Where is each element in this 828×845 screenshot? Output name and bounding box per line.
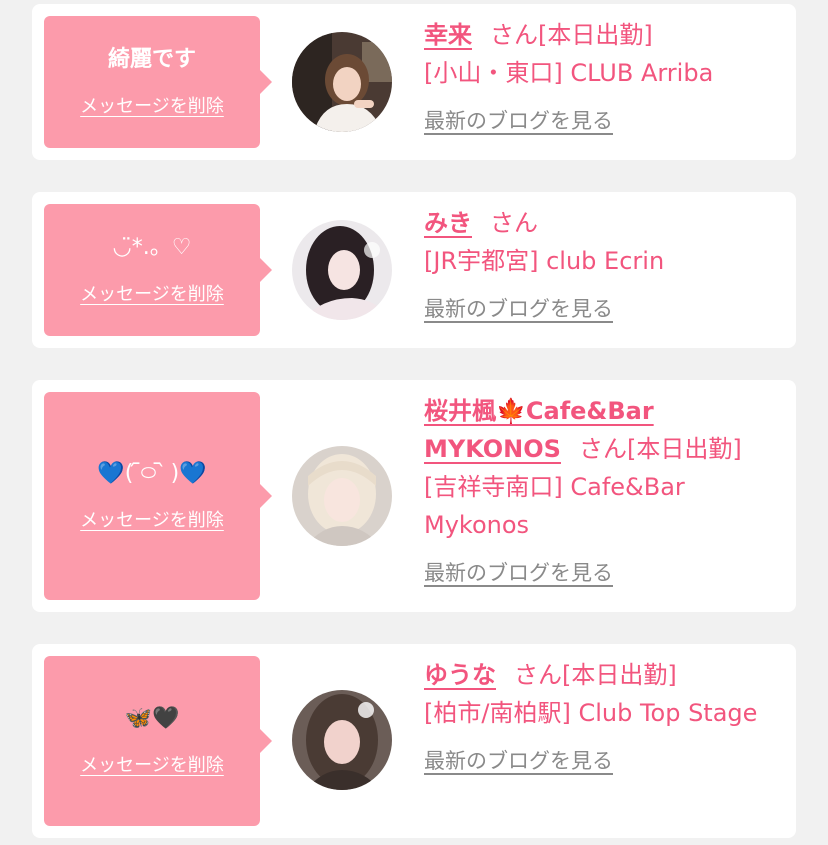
black-heart-icon: 🖤: [152, 706, 180, 731]
entry-info: 桜井楓🍁Cafe&Bar MYKONOS さん[本日出勤] [吉祥寺南口] Caf…: [424, 392, 784, 592]
kaomoji-text: ( ᷇࿀ ᷆ ): [124, 461, 180, 486]
name-line: みき さん: [424, 204, 784, 242]
blue-heart-icon: 💙: [97, 461, 125, 486]
avatar[interactable]: [292, 32, 392, 132]
latest-blog-link[interactable]: 最新のブログを見る: [424, 290, 613, 328]
message-text: 綺麗です: [107, 47, 196, 72]
shop-info: [柏市/南柏駅] Club Top Stage: [424, 699, 758, 727]
delete-message-link[interactable]: メッセージを削除: [80, 92, 224, 118]
delete-message-link[interactable]: メッセージを削除: [80, 751, 224, 777]
latest-blog-link[interactable]: 最新のブログを見る: [424, 554, 613, 592]
entry-info: みき さん [JR宇都宮] club Ecrin 最新のブログを見る: [424, 204, 784, 328]
attendance-status: [本日出勤]: [626, 435, 742, 463]
kaomoji-text: ◡̈*.。♡: [112, 235, 192, 260]
attendance-status: [本日出勤]: [562, 661, 677, 689]
name-line: 幸来 さん[本日出勤]: [424, 16, 784, 54]
shop-info: [吉祥寺南口] Cafe&Bar Mykonos: [424, 473, 685, 539]
latest-blog-link[interactable]: 最新のブログを見る: [424, 102, 613, 140]
message-text: 💙( ᷇࿀ ᷆ )💙: [97, 460, 206, 488]
message-bubble: 綺麗です メッセージを削除: [44, 16, 272, 148]
girl-name-link[interactable]: 幸来: [424, 21, 472, 49]
message-card: 💙( ᷇࿀ ᷆ )💙 メッセージを削除 桜井楓🍁Cafe&Bar MYKONOS…: [32, 380, 796, 612]
delete-message-link[interactable]: メッセージを削除: [80, 506, 224, 532]
butterfly-icon: 🦋: [124, 706, 152, 731]
avatar[interactable]: [292, 220, 392, 320]
message-bubble: ◡̈*.。♡ メッセージを削除: [44, 204, 272, 336]
san-label: さん: [490, 209, 538, 237]
avatar[interactable]: [292, 446, 392, 546]
entry-info: ゆうな さん[本日出勤] [柏市/南柏駅] Club Top Stage 最新のブ…: [424, 656, 784, 780]
girl-name-link[interactable]: ゆうな: [424, 661, 496, 689]
girl-name-link[interactable]: みき: [424, 209, 472, 237]
name-line: ゆうな さん[本日出勤]: [424, 656, 784, 694]
shop-info: [JR宇都宮] club Ecrin: [424, 247, 665, 275]
message-card: ◡̈*.。♡ メッセージを削除 みき さん [JR宇都宮] club Ecrin …: [32, 192, 796, 348]
latest-blog-link[interactable]: 最新のブログを見る: [424, 742, 613, 780]
san-label: さん: [578, 435, 627, 463]
san-label: さん: [490, 21, 538, 49]
blue-heart-icon: 💙: [179, 461, 207, 486]
avatar[interactable]: [292, 690, 392, 790]
name-line: 桜井楓🍁Cafe&Bar MYKONOS さん[本日出勤]: [424, 392, 784, 468]
entry-info: 幸来 さん[本日出勤] [小山・東口] CLUB Arriba 最新のブログを見る: [424, 16, 784, 140]
delete-message-link[interactable]: メッセージを削除: [80, 280, 224, 306]
message-text: ◡̈*.。♡: [113, 234, 192, 262]
message-bubble: 💙( ᷇࿀ ᷆ )💙 メッセージを削除: [44, 392, 272, 600]
message-card: 綺麗です メッセージを削除 幸来 さん[本日出勤] [小山・東口] CLUB Ar…: [32, 4, 796, 160]
message-card: 🦋🖤 メッセージを削除 ゆうな さん[本日出勤] [柏市/南柏駅] Club To…: [32, 644, 796, 838]
san-label: さん: [514, 661, 562, 689]
message-text: 🦋🖤: [125, 705, 180, 733]
message-bubble: 🦋🖤 メッセージを削除: [44, 656, 272, 826]
attendance-status: [本日出勤]: [538, 21, 653, 49]
shop-info: [小山・東口] CLUB Arriba: [424, 59, 714, 87]
